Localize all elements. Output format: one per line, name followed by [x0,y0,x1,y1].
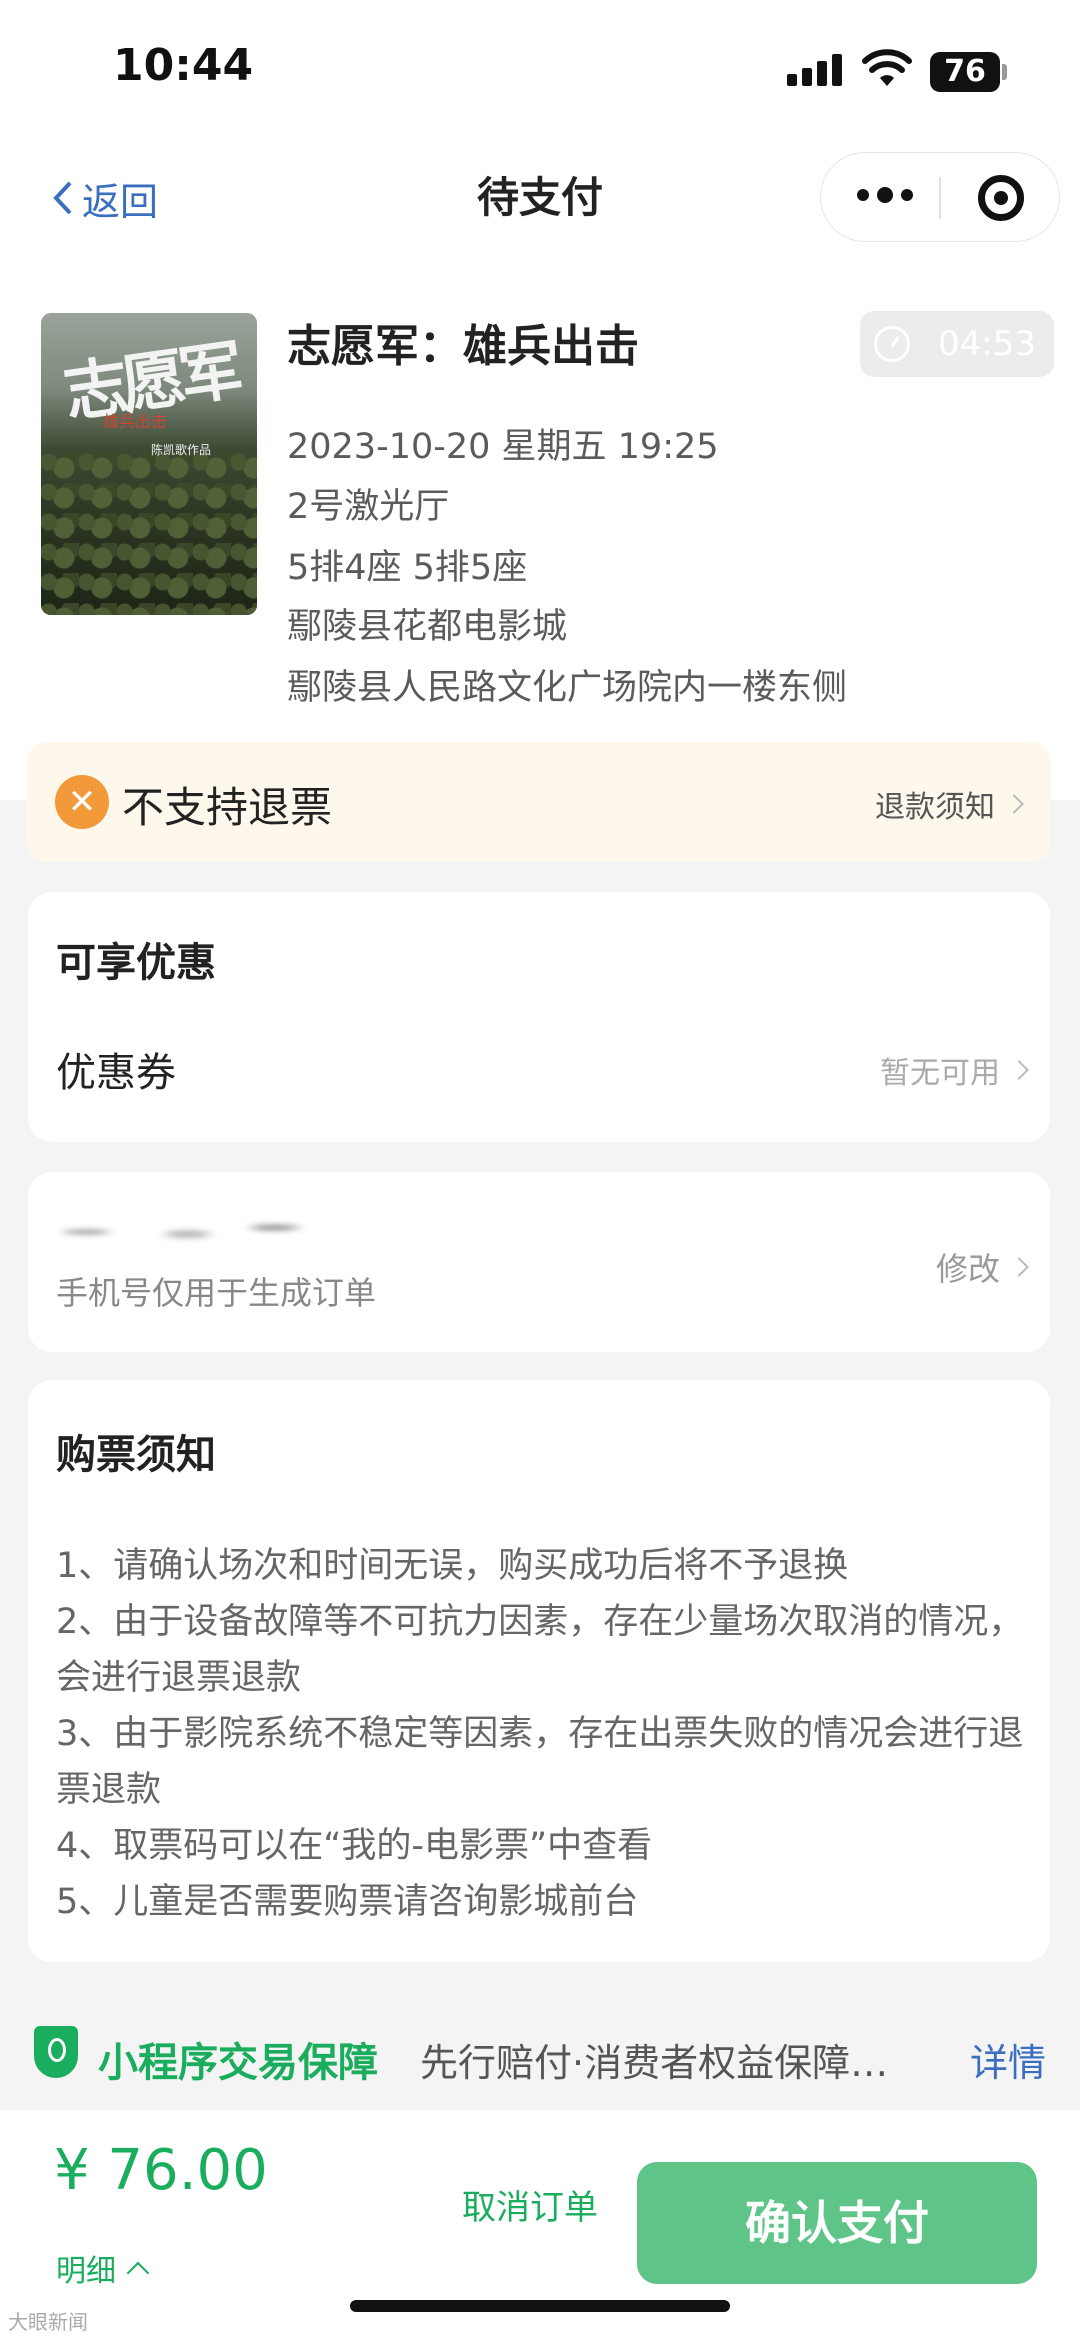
refund-label: 不支持退票 [122,783,333,832]
showtime: 2023-10-20 星期五 19:25 [287,427,719,467]
confirm-pay-button[interactable]: 确认支付 [637,2162,1037,2284]
coupon-selector[interactable]: 暂无可用 [880,1048,1029,1092]
rule-item: 5、儿童是否需要购票请咨询影城前台 [56,1882,639,1922]
countdown-value: 04:53 [938,324,1036,364]
chevron-right-icon [1009,1060,1029,1080]
status-time: 10:44 [113,40,254,91]
guarantee-details-link[interactable]: 详情 [970,2032,1046,2087]
cinema-name: 鄢陵县花都电影城 [287,607,568,647]
clock-icon [874,326,910,362]
movie-poster: 志愿军 雄兵出击 陈凯歌作品 [41,313,257,615]
countdown-timer: 04:53 [860,311,1054,377]
masked-phone-number [28,1210,318,1254]
x-icon: ✕ [55,775,109,829]
discount-heading: 可享优惠 [56,940,216,986]
back-label: 返回 [82,179,159,224]
price-detail-toggle[interactable]: 明细 [56,2246,150,2290]
purchase-notice-card: 购票须知 1、请确认场次和时间无误，购买成功后将不予退换 2、由于设备故障等不可… [28,1380,1050,1962]
cancel-order-button[interactable]: 取消订单 [462,2180,598,2229]
edit-label: 修改 [935,1250,1000,1288]
guarantee-description: 先行赔付·消费者权益保障… [420,2041,889,2085]
home-indicator[interactable] [350,2300,730,2312]
seat-info: 5排4座 5排5座 [287,548,528,588]
coupon-label: 优惠券 [56,1050,176,1096]
wifi-icon [862,49,912,86]
hall-name: 2号激光厅 [287,487,450,527]
movie-info-section: 志愿军 雄兵出击 陈凯歌作品 志愿军：雄兵出击 04:53 2023-10-20… [0,258,1080,800]
chevron-up-icon [126,2261,150,2285]
discount-card: 可享优惠 优惠券 暂无可用 [28,892,1050,1142]
cellular-signal-icon [787,54,843,86]
refund-policy-link[interactable]: 退款须知 [875,782,1024,826]
refund-notice: ✕ 不支持退票 退款须知 [27,742,1051,862]
rule-item: 2、由于设备故障等不可抗力因素，存在少量场次取消的情况，会进行退票退款 [56,1602,1024,1698]
rule-item: 3、由于影院系统不稳定等因素，存在出票失败的情况会进行退票退款 [56,1714,1024,1810]
poster-texture [41,453,257,615]
poster-subtitle: 雄兵出击 [103,412,168,431]
back-button[interactable]: 返回 [52,168,158,228]
coupon-status: 暂无可用 [880,1056,1000,1091]
battery-icon: 76 [930,52,1000,92]
poster-note: 陈凯歌作品 [151,443,212,457]
watermark: 大眼新闻 [8,2310,88,2334]
nav-bar: 待支付 返回 [0,140,1080,258]
battery-tip [1002,64,1007,80]
rule-item: 4、取票码可以在“我的-电影票”中查看 [56,1826,653,1866]
total-price: ¥ 76.00 [54,2138,268,2203]
mini-program-capsule [820,152,1060,242]
capsule-divider [939,177,941,219]
phone-note: 手机号仅用于生成订单 [56,1274,377,1312]
shield-icon [34,2026,78,2078]
rule-item: 1、请确认场次和时间无误，购买成功后将不予退换 [56,1546,849,1586]
status-bar: 10:44 76 [0,0,1080,140]
movie-title: 志愿军：雄兵出击 [287,321,639,372]
chevron-right-icon [1004,794,1024,814]
chevron-right-icon [1009,1257,1029,1277]
chevron-left-icon [53,181,72,215]
transaction-guarantee: 小程序交易保障 先行赔付·消费者权益保障… 详情 [0,2000,1080,2110]
edit-phone-button[interactable]: 修改 [935,1244,1029,1290]
cinema-address: 鄢陵县人民路文化广场院内一楼东侧 [287,668,848,708]
more-icon[interactable] [857,187,913,207]
detail-label: 明细 [56,2254,116,2289]
refund-policy-label: 退款须知 [875,790,995,825]
guarantee-title: 小程序交易保障 [98,2040,378,2086]
notice-rules: 1、请确认场次和时间无误，购买成功后将不予退换 2、由于设备故障等不可抗力因素，… [56,1538,1056,1930]
notice-heading: 购票须知 [56,1432,216,1478]
close-target-icon[interactable] [978,175,1024,221]
phone-card: 手机号仅用于生成订单 修改 [28,1172,1050,1352]
